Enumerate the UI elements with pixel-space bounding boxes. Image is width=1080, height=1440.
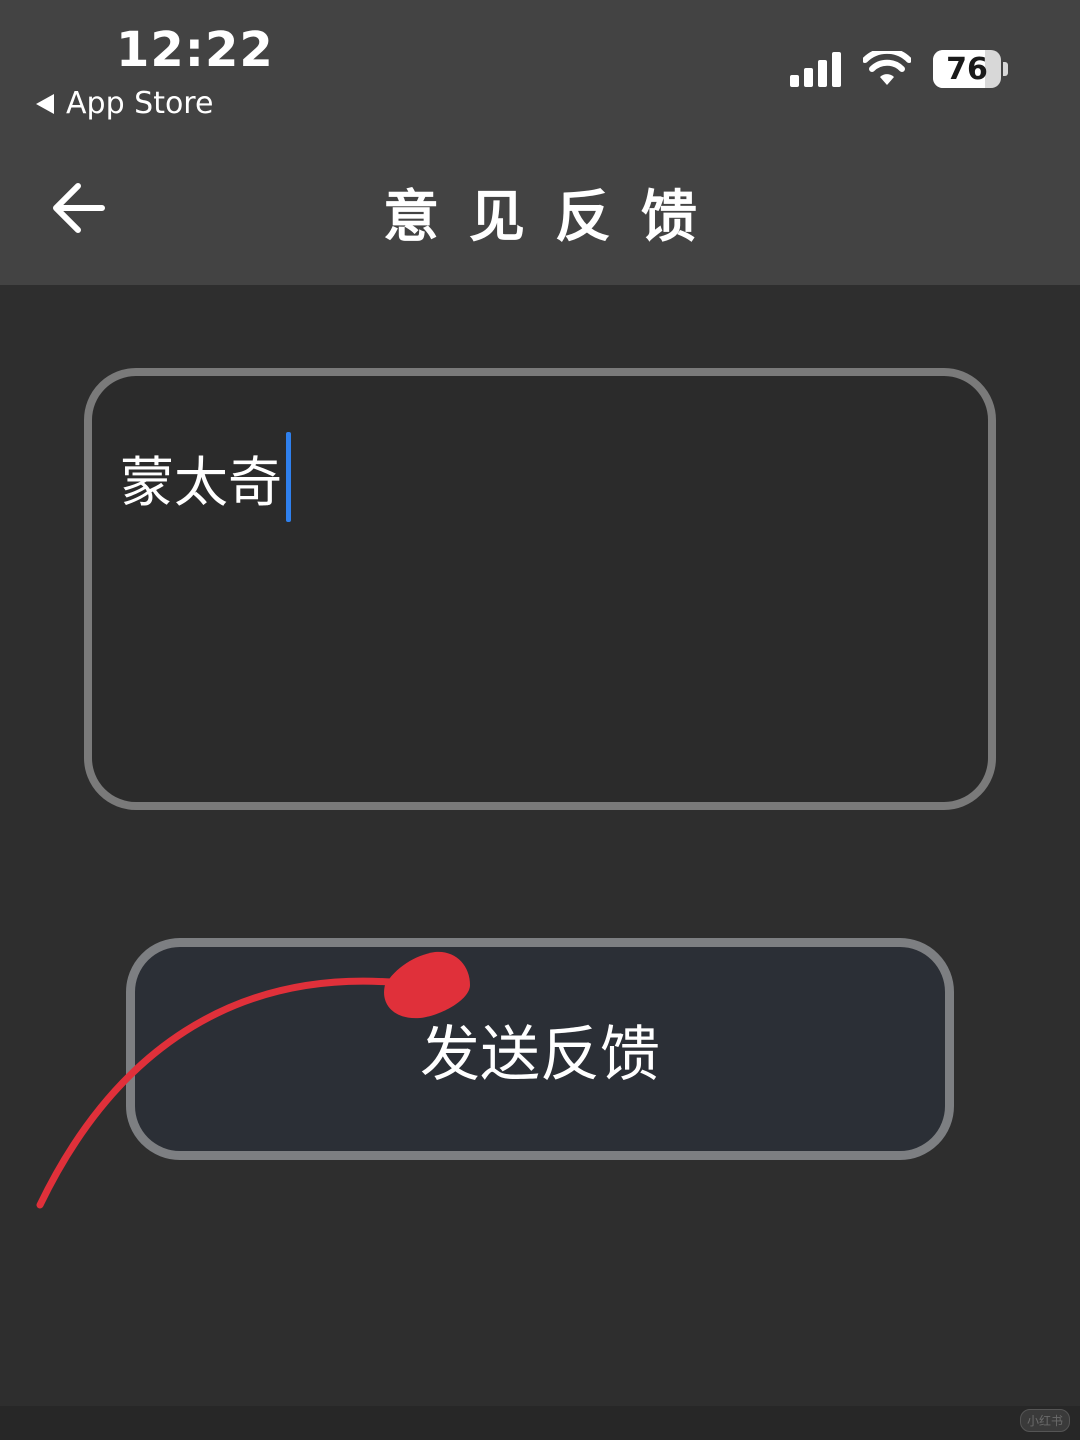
- watermark: 小红书: [1019, 1409, 1070, 1432]
- back-triangle-icon: [36, 93, 54, 114]
- back-app-label: App Store: [66, 86, 214, 121]
- status-indicators: 76: [790, 50, 1008, 88]
- screen: 12:22 App Store 76 意见反馈 蒙太奇 发送反馈 小红书: [0, 0, 1080, 1440]
- bottom-strip: [0, 1406, 1080, 1440]
- status-time: 12:22: [116, 22, 274, 78]
- battery-icon: 76: [933, 50, 1008, 88]
- wifi-icon: [863, 51, 911, 87]
- feedback-input-value: 蒙太奇: [120, 450, 282, 514]
- send-feedback-button[interactable]: 发送反馈: [126, 938, 954, 1160]
- page-title: 意见反馈: [383, 185, 727, 250]
- feedback-input[interactable]: 蒙太奇: [84, 368, 996, 810]
- battery-percentage: 76: [946, 51, 988, 87]
- back-to-app-store-link[interactable]: App Store: [36, 86, 213, 121]
- send-feedback-label: 发送反馈: [420, 1019, 660, 1090]
- text-caret: [286, 432, 291, 522]
- cellular-signal-icon: [790, 51, 841, 87]
